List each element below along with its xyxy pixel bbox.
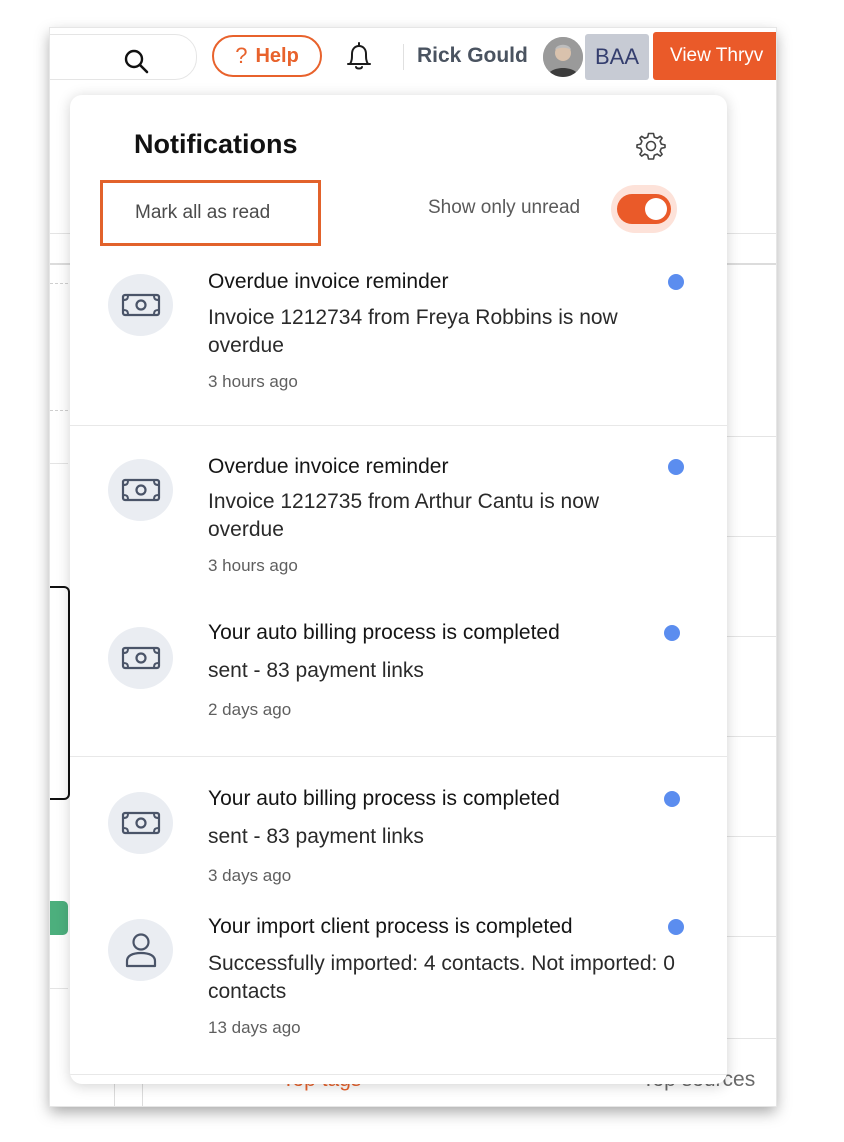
topbar-separator: [403, 44, 404, 70]
notification-item[interactable]: Your import client process is completed …: [70, 907, 727, 1057]
view-thryv-button[interactable]: View Thryv: [653, 32, 776, 80]
notification-item[interactable]: Your auto billing process is completed s…: [70, 779, 727, 899]
search-input[interactable]: [50, 34, 197, 80]
bg-divider: [50, 988, 68, 989]
money-icon: [108, 274, 173, 336]
notification-title: Your auto billing process is completed: [208, 621, 560, 644]
toggle-track: [617, 194, 671, 224]
bg-divider: [50, 283, 68, 285]
money-icon: [108, 459, 173, 521]
notification-body: Invoice 1212735 from Arthur Cantu is now…: [208, 490, 600, 541]
notification-body: sent - 83 payment links: [208, 825, 424, 848]
mark-all-read-button[interactable]: Mark all as read: [100, 180, 321, 246]
notifications-panel: Notifications Mark all as read Show only…: [70, 95, 727, 1084]
top-bar: ? Help Rick Gould BAA View Thryv: [50, 28, 776, 86]
notification-item[interactable]: Overdue invoice reminder Invoice 1212734…: [70, 260, 727, 425]
notification-body: Invoice 1212734 from Freya Robbins is no…: [208, 306, 618, 357]
user-icon: [108, 919, 173, 981]
toggle-knob: [645, 198, 667, 220]
notification-item[interactable]: Your auto billing process is completed s…: [70, 613, 727, 753]
divider: [70, 756, 727, 757]
notification-time: 3 hours ago: [208, 372, 298, 391]
unread-dot: [664, 625, 680, 641]
notification-title: Overdue invoice reminder: [208, 270, 449, 293]
notification-time: 3 days ago: [208, 866, 292, 885]
notification-body: sent - 83 payment links: [208, 659, 424, 682]
unread-dot: [668, 919, 684, 935]
background-card: [50, 586, 70, 800]
notification-time: 3 hours ago: [208, 556, 298, 575]
unread-dot: [668, 459, 684, 475]
notification-time: 2 days ago: [208, 700, 292, 719]
background-status-chip: [50, 901, 68, 935]
bell-icon[interactable]: [342, 40, 376, 74]
bg-divider: [50, 463, 68, 464]
avatar[interactable]: [543, 37, 583, 77]
help-button[interactable]: ? Help: [212, 35, 322, 77]
divider: [70, 1074, 727, 1075]
account-badge[interactable]: BAA: [585, 34, 649, 80]
show-unread-toggle[interactable]: [611, 185, 677, 233]
notification-time: 13 days ago: [208, 1018, 301, 1037]
show-unread-label: Show only unread: [428, 197, 581, 218]
page-title: Notifications: [134, 129, 298, 159]
help-label: Help: [255, 44, 299, 67]
user-name[interactable]: Rick Gould: [417, 44, 528, 68]
money-icon: [108, 792, 173, 854]
notification-item[interactable]: Overdue invoice reminder Invoice 1212735…: [70, 445, 727, 595]
notification-title: Your import client process is completed: [208, 915, 573, 938]
notification-title: Overdue invoice reminder: [208, 455, 449, 478]
divider: [70, 425, 727, 426]
notification-body: Successfully imported: 4 contacts. Not i…: [208, 952, 675, 1003]
unread-dot: [668, 274, 684, 290]
search-icon[interactable]: [123, 48, 149, 74]
avatar-photo: [543, 37, 583, 77]
bg-divider: [50, 410, 68, 412]
gear-icon[interactable]: [634, 129, 668, 163]
unread-dot: [664, 791, 680, 807]
help-question-icon: ?: [235, 43, 248, 68]
money-icon: [108, 627, 173, 689]
notification-title: Your auto billing process is completed: [208, 787, 560, 810]
